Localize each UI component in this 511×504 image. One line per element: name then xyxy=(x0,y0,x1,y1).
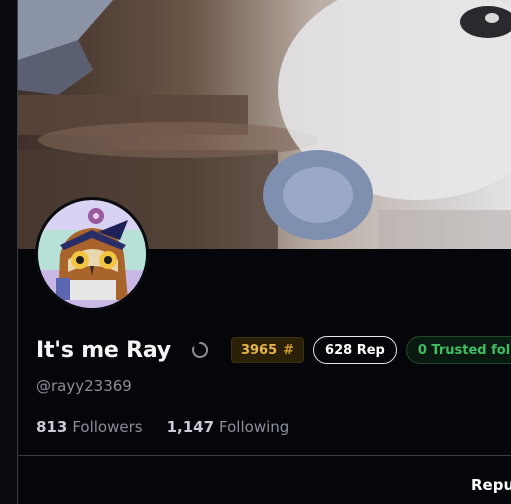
rep-badge[interactable]: 628 Rep xyxy=(313,336,397,364)
following-stat[interactable]: 1,147 Following xyxy=(167,418,290,436)
profile-name-row: It's me Ray 3965 # 628 Rep 0 Trusted fol… xyxy=(36,334,511,366)
tab-reputation[interactable]: Reputation xyxy=(471,476,511,494)
trusted-followers-badge[interactable]: 0 Trusted followers xyxy=(405,336,511,364)
following-label: Following xyxy=(219,418,290,436)
score-value: 3965 xyxy=(240,342,278,358)
followers-label: Followers xyxy=(72,418,143,436)
follow-stats: 813 Followers 1,147 Following xyxy=(36,418,289,436)
profile-page: It's me Ray 3965 # 628 Rep 0 Trusted fol… xyxy=(0,0,511,504)
followers-stat[interactable]: 813 Followers xyxy=(36,418,143,436)
score-hash-symbol: # xyxy=(283,342,295,358)
profile-avatar[interactable] xyxy=(35,197,149,311)
followers-count: 813 xyxy=(36,418,68,436)
display-name: It's me Ray xyxy=(36,337,171,363)
left-sidebar-rail xyxy=(0,0,18,504)
loading-spinner-icon xyxy=(191,341,209,359)
score-badge[interactable]: 3965 # xyxy=(230,337,305,363)
section-divider xyxy=(18,455,511,456)
profile-handle: @rayy23369 xyxy=(36,377,132,395)
following-count: 1,147 xyxy=(166,418,215,436)
